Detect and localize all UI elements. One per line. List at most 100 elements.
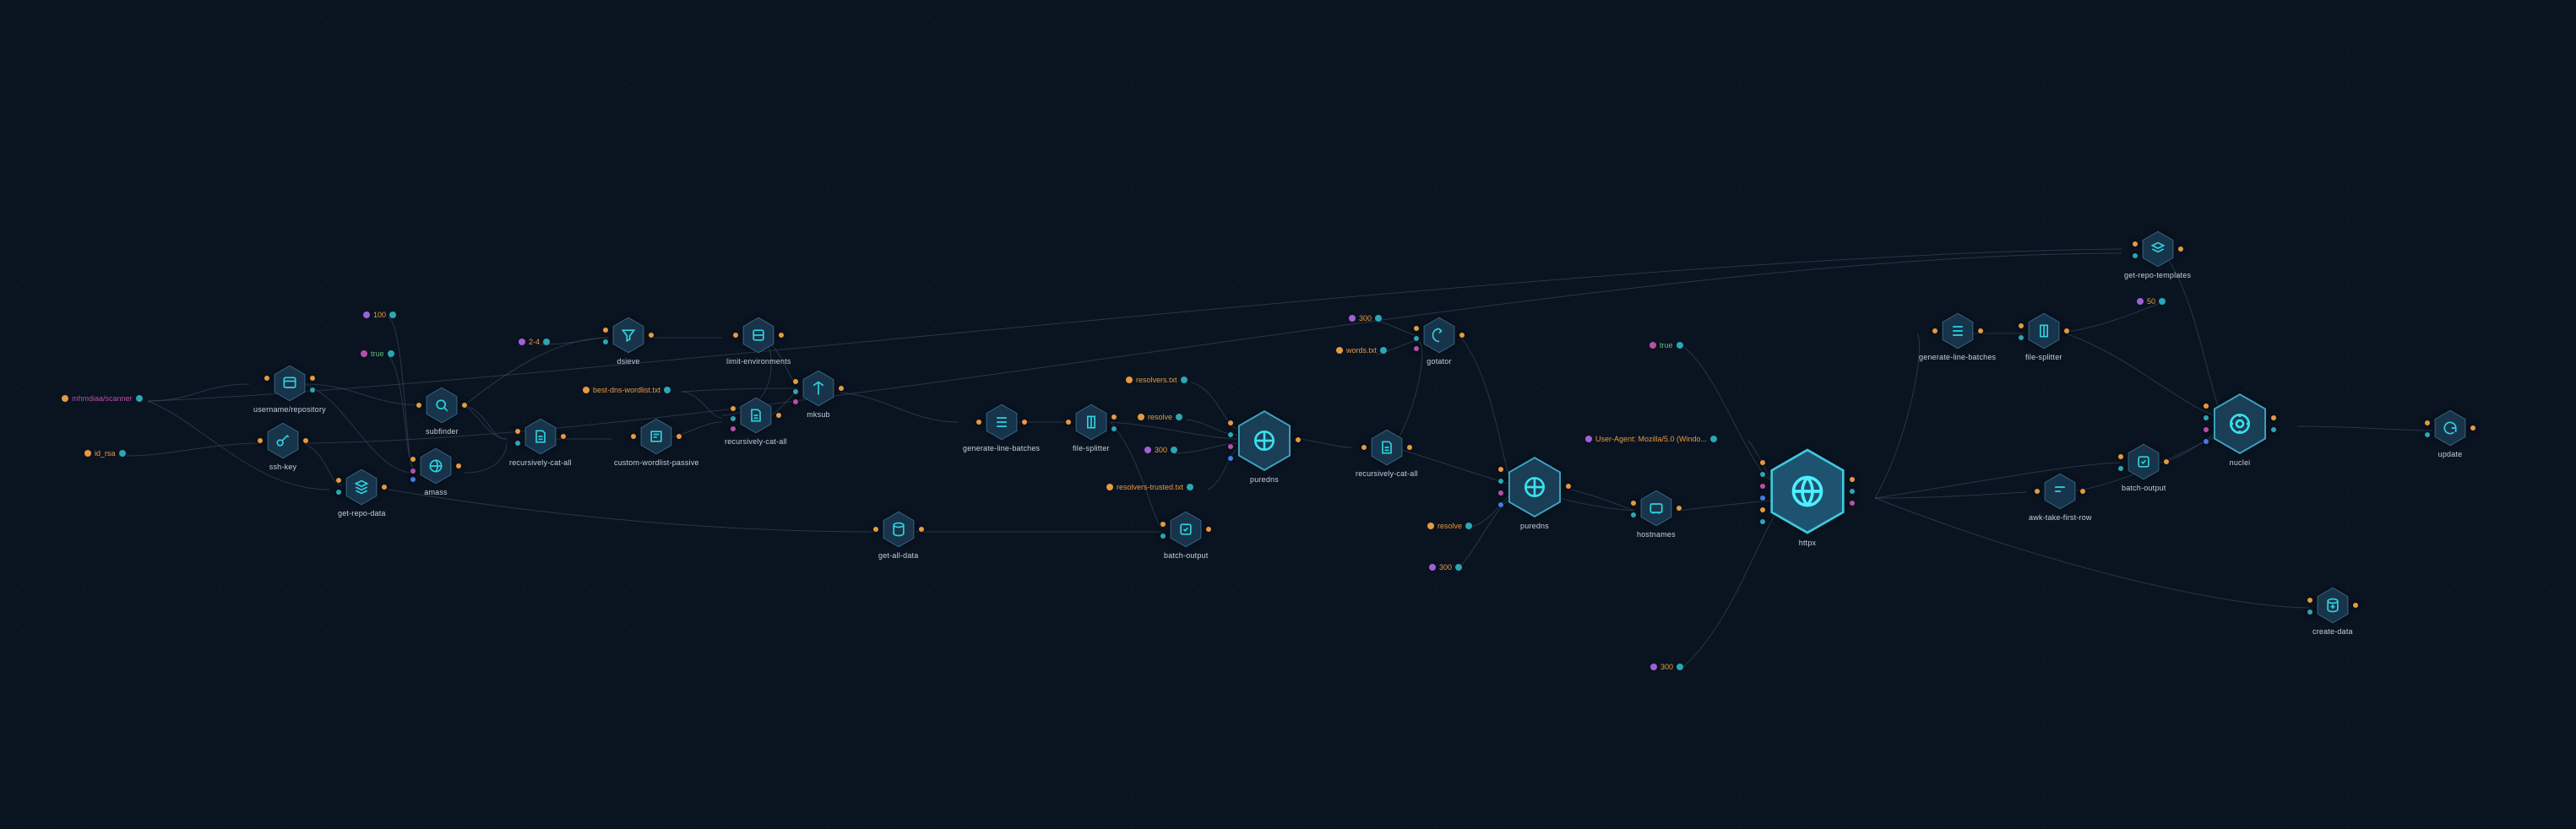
node-label: update (2438, 450, 2463, 458)
node-batch-output-1[interactable]: batch-output (1164, 511, 1208, 560)
param-id-rsa: id_rsa (84, 449, 126, 458)
hexagon-icon (740, 397, 772, 434)
hexagon-icon (2128, 443, 2160, 480)
node-generate-line-batches-2[interactable]: generate-line-batches (1919, 312, 1996, 361)
param-label: 300 (1359, 314, 1372, 322)
node-label: get-repo-templates (2124, 271, 2191, 279)
node-nuclei[interactable]: nuclei (2213, 393, 2267, 467)
param-label: User-Agent: Mozilla/5.0 (Windo... (1595, 435, 1707, 443)
node-recursively-cat-all-2[interactable]: recursively-cat-all (725, 397, 787, 446)
hexagon-icon (1942, 312, 1974, 349)
node-dsieve[interactable]: dsieve (612, 317, 644, 366)
hexagon-icon (1371, 429, 1403, 466)
param-label: 50 (2147, 297, 2155, 306)
node-gotator[interactable]: gotator (1423, 317, 1455, 366)
hexagon-icon (2142, 230, 2174, 268)
param-scanner: mhmdiaa/scanner (62, 394, 143, 403)
param-label: resolvers-trusted.txt (1117, 483, 1183, 491)
hexagon-icon (2213, 393, 2267, 455)
node-httpx[interactable]: httpx (1769, 447, 1845, 547)
hexagon-icon (426, 387, 458, 424)
param-user-agent: User-Agent: Mozilla/5.0 (Windo... (1585, 435, 1717, 443)
node-custom-wordlist-passive[interactable]: custom-wordlist-passive (614, 418, 699, 467)
node-label: generate-line-batches (963, 444, 1040, 452)
hexagon-icon (345, 469, 378, 506)
hexagon-icon (742, 317, 774, 354)
param-true-1: true (361, 349, 394, 358)
node-label: limit-environments (726, 357, 791, 366)
param-label: resolve (1148, 413, 1172, 421)
node-puredns-2[interactable]: puredns (1508, 456, 1562, 530)
hexagon-icon (1170, 511, 1202, 548)
node-puredns-1[interactable]: puredns (1237, 409, 1291, 484)
node-label: username/repository (253, 405, 326, 414)
param-resolvers: resolvers.txt (1126, 376, 1187, 384)
hexagon-icon (612, 317, 644, 354)
node-awk-take-first-row[interactable]: awk-take-first-row (2029, 473, 2092, 522)
param-300-4: 300 (1650, 663, 1683, 671)
hexagon-icon (267, 422, 299, 459)
node-label: recursively-cat-all (1356, 469, 1418, 478)
node-label: create-data (2312, 627, 2353, 636)
param-label: 300 (1439, 563, 1452, 572)
node-label: mksub (807, 410, 830, 419)
node-label: batch-output (1164, 551, 1208, 560)
node-label: generate-line-batches (1919, 353, 1996, 361)
node-label: awk-take-first-row (2029, 513, 2092, 522)
node-label: batch-output (2122, 484, 2166, 492)
node-file-splitter-1[interactable]: file-splitter (1073, 404, 1110, 452)
hexagon-icon (1508, 456, 1562, 518)
node-recursively-cat-all-3[interactable]: recursively-cat-all (1356, 429, 1418, 478)
param-label: id_rsa (95, 449, 116, 458)
param-label: resolve (1437, 522, 1462, 530)
param-best-dns: best-dns-wordlist.txt (583, 386, 671, 394)
node-label: get-all-data (878, 551, 918, 560)
node-recursively-cat-all-1[interactable]: recursively-cat-all (509, 418, 572, 467)
node-label: recursively-cat-all (509, 458, 572, 467)
hexagon-icon (2028, 312, 2060, 349)
node-limit-environments[interactable]: limit-environments (726, 317, 791, 366)
node-hostnames[interactable]: hostnames (1637, 490, 1676, 539)
hexagon-icon (1423, 317, 1455, 354)
hexagon-icon (883, 511, 915, 548)
hexagon-icon (1640, 490, 1672, 527)
param-words: words.txt (1336, 346, 1387, 355)
node-label: gotator (1427, 357, 1451, 366)
node-file-splitter-2[interactable]: file-splitter (2025, 312, 2062, 361)
param-100: 100 (363, 311, 396, 319)
node-get-repo-templates[interactable]: get-repo-templates (2124, 230, 2191, 279)
node-label: ssh-key (269, 463, 296, 471)
param-resolve-2: resolve (1427, 522, 1472, 530)
node-label: subfinder (426, 427, 459, 436)
param-300-1: 300 (1144, 446, 1177, 454)
node-label: file-splitter (2025, 353, 2062, 361)
node-get-repo-data[interactable]: get-repo-data (338, 469, 386, 517)
param-label: true (371, 349, 384, 358)
param-label: mhmdiaa/scanner (72, 394, 133, 403)
node-label: hostnames (1637, 530, 1676, 539)
hexagon-icon (2434, 409, 2466, 447)
node-label: puredns (1520, 522, 1549, 530)
param-true-2: true (1649, 341, 1683, 349)
node-label: amass (424, 488, 448, 496)
hexagon-icon (1075, 404, 1107, 441)
node-batch-output-2[interactable]: batch-output (2122, 443, 2166, 492)
hexagon-icon (420, 447, 452, 485)
node-label: get-repo-data (338, 509, 386, 517)
param-label: true (1660, 341, 1673, 349)
node-amass[interactable]: amass (420, 447, 452, 496)
hexagon-icon (2044, 473, 2076, 510)
node-ssh-key[interactable]: ssh-key (267, 422, 299, 471)
node-username-repository[interactable]: username/repository (253, 365, 326, 414)
param-resolvers-trusted: resolvers-trusted.txt (1106, 483, 1193, 491)
param-300-3: 300 (1429, 563, 1462, 572)
node-generate-line-batches-1[interactable]: generate-line-batches (963, 404, 1040, 452)
node-update[interactable]: update (2434, 409, 2466, 458)
node-create-data[interactable]: create-data (2312, 587, 2353, 636)
param-label: 300 (1155, 446, 1167, 454)
node-get-all-data[interactable]: get-all-data (878, 511, 918, 560)
node-mksub[interactable]: mksub (802, 370, 834, 419)
node-subfinder[interactable]: subfinder (426, 387, 459, 436)
hexagon-icon (640, 418, 672, 455)
param-label: best-dns-wordlist.txt (593, 386, 660, 394)
